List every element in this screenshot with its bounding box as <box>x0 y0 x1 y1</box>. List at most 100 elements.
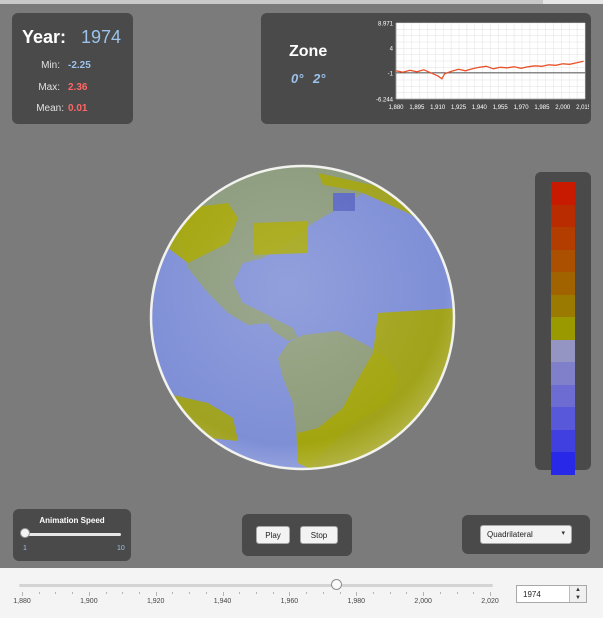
animation-speed-max: 10 <box>117 545 125 552</box>
chart-x-tick-label: 2,000 <box>555 105 571 111</box>
year-slider-track[interactable] <box>19 584 493 587</box>
year-slider-label: 1,940 <box>213 598 232 605</box>
animation-speed-thumb[interactable] <box>20 528 30 538</box>
year-label: Year: <box>22 27 67 47</box>
zone-latitude: 0° <box>291 71 304 86</box>
chart-x-tick-label: 1,940 <box>472 105 488 111</box>
max-label: Max: <box>38 82 60 93</box>
spinner-down-icon[interactable]: ▼ <box>570 594 586 602</box>
legend-swatch <box>551 272 575 295</box>
year-slider-tick <box>38 592 40 594</box>
chart-y-tick-label: 8.971 <box>378 22 394 28</box>
year-slider-tick <box>105 592 107 594</box>
year-slider-tick <box>456 592 458 594</box>
legend-swatch <box>551 249 575 273</box>
chart-y-tick-label: -1 <box>388 71 394 77</box>
year-slider-label: 1,960 <box>280 598 299 605</box>
chevron-down-icon: ▾ <box>561 530 565 537</box>
playback-panel: Play Stop <box>242 514 352 556</box>
shape-dropdown[interactable]: Quadrilateral ▾ <box>480 525 572 544</box>
globe[interactable] <box>148 163 457 472</box>
play-button[interactable]: Play <box>256 526 290 544</box>
stats-panel: Year: 1974 Min: -2.25 Max: 2.36 Mean: 0.… <box>12 13 133 124</box>
spinner-up-icon[interactable]: ▲ <box>570 586 586 594</box>
year-slider-tick <box>256 592 257 594</box>
year-slider-tick <box>22 592 23 596</box>
year-slider-tick <box>239 592 241 594</box>
chart-x-tick-label: 1,910 <box>430 105 446 111</box>
chart-x-tick-label: 1,880 <box>388 105 404 111</box>
max-value: 2.36 <box>68 82 88 93</box>
year-slider-tick <box>439 592 441 594</box>
year-slider-tick <box>289 592 291 596</box>
legend-swatch <box>551 182 575 205</box>
chart-x-tick-label: 1,925 <box>451 105 467 111</box>
year-slider-tick <box>339 592 341 594</box>
mean-value: 0.01 <box>68 103 88 114</box>
year-slider-tick <box>55 592 57 594</box>
legend-swatch <box>551 339 575 363</box>
year-slider-tick <box>172 592 174 594</box>
legend-swatch <box>551 362 575 385</box>
year-slider-label: 1,880 <box>13 598 31 605</box>
stop-button[interactable]: Stop <box>300 526 338 544</box>
animation-speed-min: 1 <box>23 545 27 552</box>
min-label: Min: <box>41 60 60 71</box>
globe-shading <box>151 166 454 469</box>
year-slider-label: 1,980 <box>347 598 366 605</box>
shape-panel: Quadrilateral ▾ <box>462 515 590 554</box>
shape-dropdown-value: Quadrilateral <box>487 530 533 539</box>
min-value: -2.25 <box>68 60 91 71</box>
year-slider-label: 2,000 <box>414 598 432 605</box>
window-controls[interactable] <box>543 0 603 4</box>
chart-x-tick-label: 2,015 <box>576 105 589 111</box>
year-slider-tick <box>490 592 491 596</box>
year-spinner[interactable]: 1974 ▲ ▼ <box>516 585 587 603</box>
year-slider-label: 1,920 <box>146 598 165 605</box>
zone-panel: Zone 0° 2° 8.971 4 -1 -6.244 1,880 1,895 1,910… <box>261 13 591 124</box>
year-slider-tick <box>222 592 224 596</box>
year-slider-tick <box>322 592 324 594</box>
year-slider-tick <box>389 592 391 594</box>
chart-x-tick-label: 1,985 <box>534 105 550 111</box>
legend-swatch <box>551 317 575 340</box>
chart-x-tick-label: 1,895 <box>409 105 425 111</box>
legend-swatch <box>551 227 575 250</box>
color-scale-legend <box>535 172 591 475</box>
year-slider-label: 2,020 <box>481 598 499 605</box>
legend-swatch <box>551 384 575 408</box>
zone-title: Zone <box>289 43 328 60</box>
year-slider-tick <box>473 592 475 594</box>
year-slider-tick <box>423 592 425 596</box>
year-slider-tick <box>272 592 274 594</box>
year-slider-tick <box>72 592 74 594</box>
year-slider-tick <box>373 592 374 594</box>
animation-speed-track[interactable] <box>25 533 121 536</box>
year-slider-tick <box>406 592 408 594</box>
year-slider-tick <box>356 592 358 596</box>
year-spinner-value: 1974 <box>523 590 541 599</box>
year-timeline: 1,880 1,900 1,920 1,940 1,960 1,980 2,000 2,020… <box>0 568 603 618</box>
year-slider-thumb[interactable] <box>330 579 342 590</box>
legend-swatch <box>551 294 575 318</box>
window-titlebar <box>0 0 603 4</box>
animation-speed-panel: Animation Speed 1 10 <box>13 509 131 561</box>
chart-y-tick-label: -6.244 <box>376 98 394 104</box>
year-slider-tick <box>205 592 207 594</box>
year-value: 1974 <box>81 27 122 47</box>
chart-y-tick-label: 4 <box>390 46 394 52</box>
year-slider-tick <box>155 592 157 596</box>
mean-label: Mean: <box>36 103 64 114</box>
temperature-line-chart: 8.971 4 -1 -6.2441,880 1,895 1,910 1,925 1,940 1… <box>376 22 589 112</box>
year-slider-tick <box>189 592 191 594</box>
year-slider-label: 1,900 <box>80 598 98 605</box>
year-spinner-buttons: ▲ ▼ <box>569 586 586 602</box>
year-slider-tick <box>88 592 90 596</box>
legend-swatch <box>551 407 575 430</box>
chart-x-tick-label: 1,955 <box>493 105 509 111</box>
legend-swatch <box>551 452 575 475</box>
year-slider-tick <box>139 592 140 594</box>
globe-svg <box>149 164 456 471</box>
year-slider-tick <box>122 592 124 594</box>
animation-speed-title: Animation Speed <box>39 516 105 525</box>
